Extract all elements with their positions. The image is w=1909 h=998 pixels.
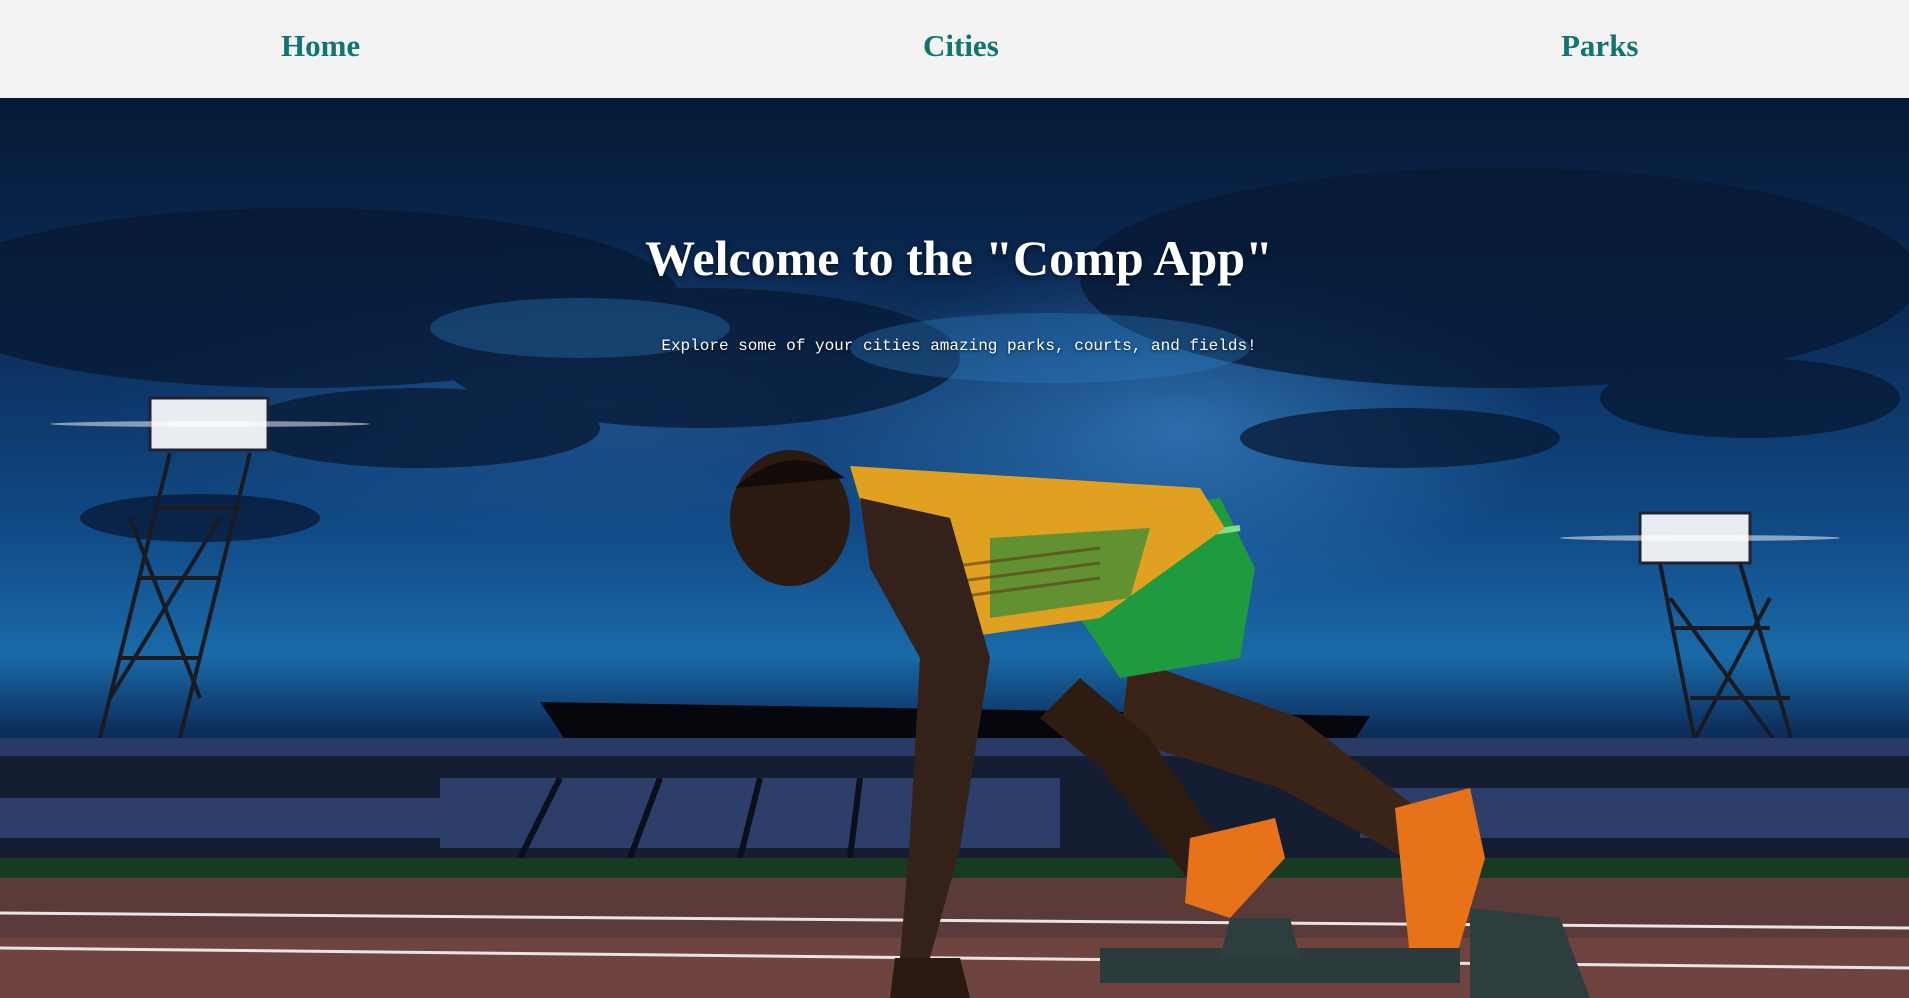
nav-link-cities[interactable]: Cities bbox=[923, 28, 999, 64]
nav-link-parks[interactable]: Parks bbox=[1561, 28, 1639, 64]
top-nav: Home Cities Parks bbox=[0, 0, 1909, 98]
hero-background: Welcome to the "Comp App" Explore some o… bbox=[0, 98, 1909, 998]
floodlight-right bbox=[1560, 511, 1840, 769]
page-title: Welcome to the "Comp App" bbox=[645, 230, 1273, 286]
nav-link-home[interactable]: Home bbox=[281, 28, 360, 64]
page-subtitle: Explore some of your cities amazing park… bbox=[661, 337, 1257, 355]
